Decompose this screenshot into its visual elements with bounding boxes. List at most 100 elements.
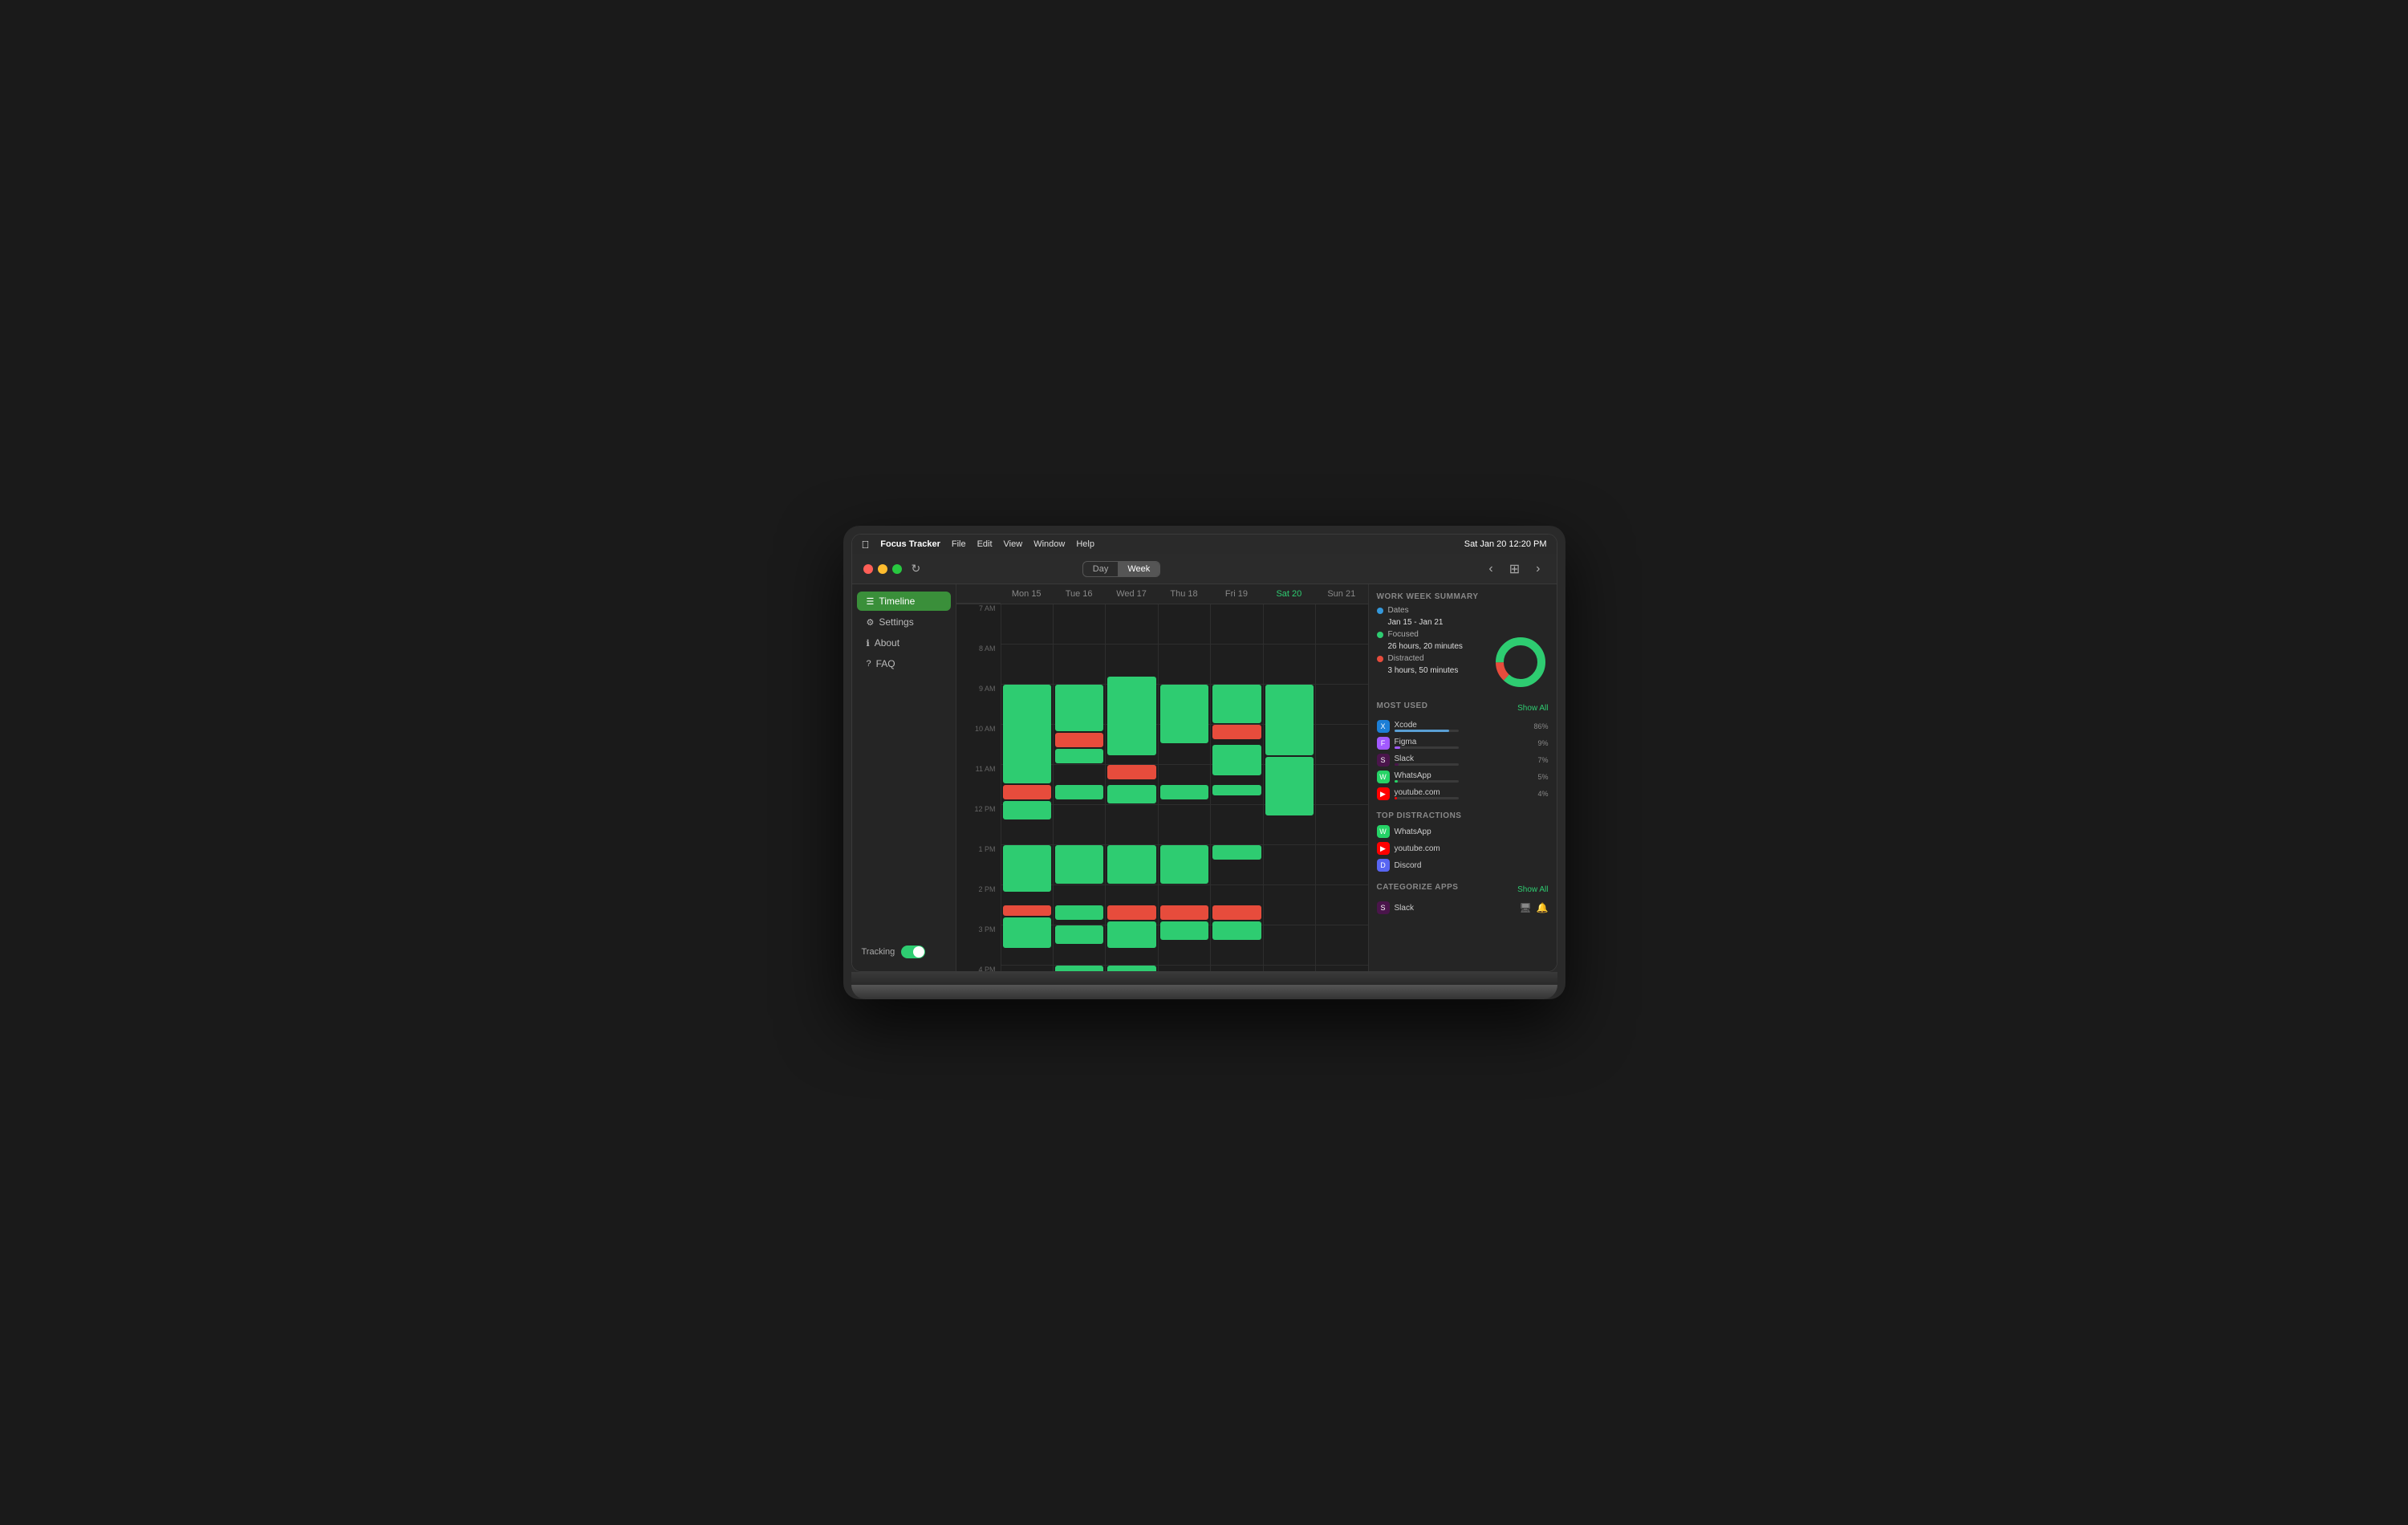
menu-edit[interactable]: Edit — [977, 539, 993, 549]
cat-monitor-icon[interactable]: 🖥 — [1519, 902, 1531, 913]
hour-cell — [1264, 685, 1315, 725]
summary-title: WORK WEEK SUMMARY — [1377, 592, 1549, 601]
categorize-show-all[interactable]: Show All — [1517, 885, 1548, 894]
event-block[interactable] — [1160, 685, 1208, 743]
sidebar-label-faq: FAQ — [876, 658, 895, 669]
sidebar-item-timeline[interactable]: ☰ Timeline — [857, 592, 951, 611]
event-block[interactable] — [1160, 905, 1208, 920]
day-col-4-hour-2 — [1210, 685, 1262, 725]
day-col-1-hour-0 — [1053, 604, 1105, 645]
event-block[interactable] — [1107, 765, 1155, 779]
menu-help[interactable]: Help — [1076, 539, 1094, 549]
event-block[interactable] — [1003, 785, 1051, 799]
sidebar-item-faq[interactable]: ? FAQ — [857, 654, 951, 673]
slack-icon: S — [1377, 754, 1390, 767]
event-block[interactable] — [1107, 921, 1155, 948]
hour-cell — [1054, 765, 1105, 805]
menu-view[interactable]: View — [1004, 539, 1023, 549]
day-col-4-hour-0 — [1210, 604, 1262, 645]
distractions-title: TOP DISTRACTIONS — [1377, 811, 1549, 820]
xcode-bar — [1395, 730, 1450, 732]
event-block[interactable] — [1055, 685, 1103, 731]
layout-button[interactable]: ⊞ — [1504, 559, 1525, 579]
day-col-3-hour-9 — [1158, 966, 1210, 971]
hour-cell — [1211, 685, 1262, 725]
event-block[interactable] — [1160, 921, 1208, 940]
day-col-6-hour-3 — [1315, 725, 1367, 765]
refresh-button[interactable]: ↻ — [912, 562, 921, 575]
distraction-discord: D Discord — [1377, 859, 1549, 872]
hour-cell — [1054, 685, 1105, 725]
hour-cell — [1211, 966, 1262, 971]
xcode-pct: 86% — [1533, 722, 1548, 730]
event-block[interactable] — [1107, 905, 1155, 920]
menu-window[interactable]: Window — [1033, 539, 1065, 549]
prev-button[interactable]: ‹ — [1484, 560, 1497, 578]
event-block[interactable] — [1003, 801, 1051, 819]
maximize-button[interactable] — [892, 564, 902, 574]
event-block[interactable] — [1107, 966, 1155, 971]
day-col-1-hour-8 — [1053, 925, 1105, 966]
hour-cell — [1106, 845, 1157, 885]
day-col-0-hour-6 — [1001, 845, 1053, 885]
day-col-3-hour-1 — [1158, 645, 1210, 685]
event-block[interactable] — [1003, 905, 1051, 916]
event-block[interactable] — [1107, 785, 1155, 803]
event-block[interactable] — [1212, 921, 1261, 940]
sidebar-item-settings[interactable]: ⚙ Settings — [857, 612, 951, 632]
event-block[interactable] — [1212, 745, 1261, 775]
event-block[interactable] — [1107, 677, 1155, 755]
event-block[interactable] — [1055, 733, 1103, 747]
youtube-pct: 4% — [1537, 790, 1548, 798]
event-block[interactable] — [1055, 966, 1103, 971]
event-block[interactable] — [1212, 685, 1261, 723]
minimize-button[interactable] — [878, 564, 887, 574]
top-distractions-section: TOP DISTRACTIONS W WhatsApp ▶ youtube.co… — [1377, 811, 1549, 872]
tracking-toggle[interactable] — [901, 946, 925, 958]
event-block[interactable] — [1265, 685, 1314, 755]
event-block[interactable] — [1160, 785, 1208, 799]
day-col-5-hour-0 — [1263, 604, 1315, 645]
day-col-2-hour-4 — [1105, 765, 1157, 805]
event-block[interactable] — [1107, 845, 1155, 884]
app-row-xcode: X Xcode 86% — [1377, 720, 1549, 733]
day-view-button[interactable]: Day — [1083, 562, 1119, 576]
hour-cell — [1264, 885, 1315, 925]
cat-bell-icon[interactable]: 🔔 — [1537, 902, 1549, 913]
event-block[interactable] — [1003, 845, 1051, 892]
event-block[interactable] — [1212, 905, 1261, 920]
event-block[interactable] — [1212, 845, 1261, 860]
sidebar-label-about: About — [875, 637, 899, 649]
event-block[interactable] — [1055, 785, 1103, 799]
close-button[interactable] — [863, 564, 873, 574]
sidebar-item-about[interactable]: ℹ About — [857, 633, 951, 653]
event-block[interactable] — [1055, 749, 1103, 763]
event-block[interactable] — [1160, 845, 1208, 884]
youtube-name: youtube.com — [1395, 788, 1533, 797]
day-col-1-hour-7 — [1053, 885, 1105, 925]
event-block[interactable] — [1055, 925, 1103, 944]
app-row-youtube: ▶ youtube.com 4% — [1377, 787, 1549, 800]
hour-cell — [1054, 966, 1105, 971]
hour-cell — [1054, 885, 1105, 925]
event-block[interactable] — [1265, 757, 1314, 815]
event-block[interactable] — [1055, 905, 1103, 920]
focused-value: 26 hours, 20 minutes — [1377, 642, 1463, 651]
hour-cell — [1264, 845, 1315, 885]
event-block[interactable] — [1003, 917, 1051, 948]
time-label-9: 4 PM — [956, 966, 1001, 971]
event-block[interactable] — [1003, 685, 1051, 783]
week-view-button[interactable]: Week — [1118, 562, 1159, 576]
day-header-thu: Thu 18 — [1158, 584, 1210, 604]
view-switcher: Day Week — [1082, 561, 1160, 577]
event-block[interactable] — [1055, 845, 1103, 884]
day-header-fri: Fri 19 — [1210, 584, 1262, 604]
event-block[interactable] — [1212, 725, 1261, 739]
most-used-show-all[interactable]: Show All — [1517, 704, 1548, 713]
hour-cell — [1159, 966, 1210, 971]
hour-cell — [1264, 645, 1315, 685]
day-col-5-hour-2 — [1263, 685, 1315, 725]
next-button[interactable]: › — [1531, 560, 1545, 578]
menu-file[interactable]: File — [952, 539, 966, 549]
event-block[interactable] — [1212, 785, 1261, 795]
